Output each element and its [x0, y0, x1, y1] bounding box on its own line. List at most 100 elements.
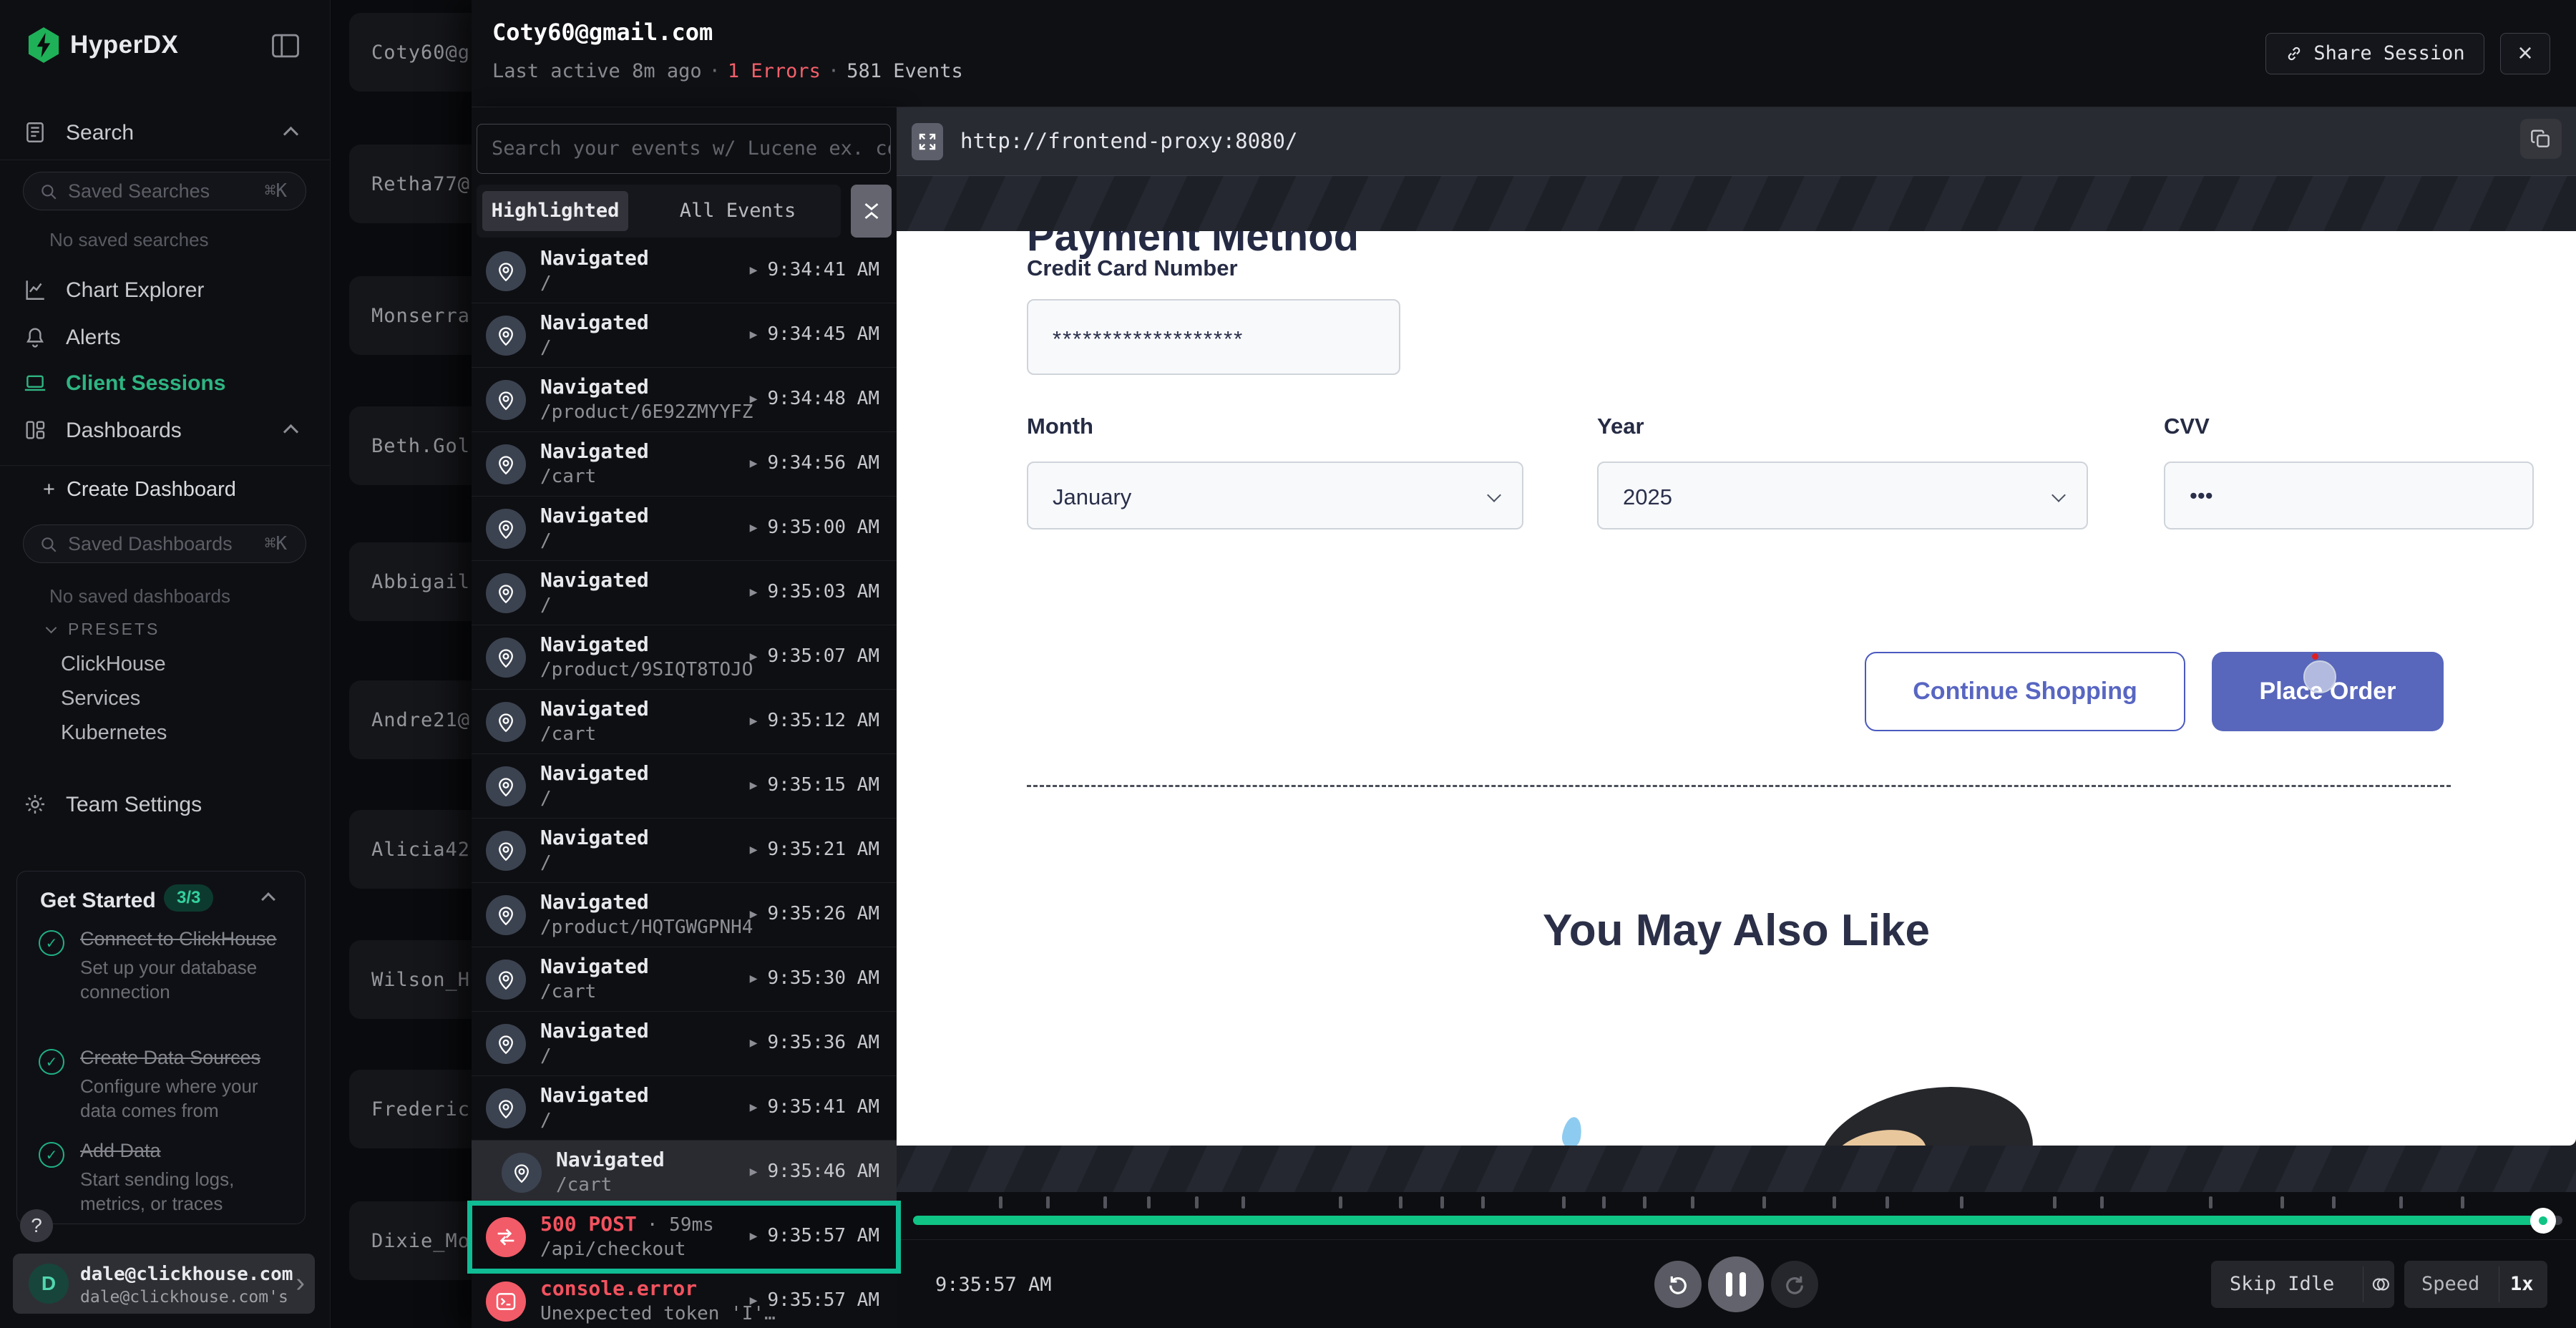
play-from-here-icon[interactable]: ▶: [750, 327, 758, 342]
play-from-here-icon[interactable]: ▶: [750, 649, 758, 664]
sidebar-item-client-sessions[interactable]: Client Sessions: [0, 363, 331, 404]
event-row[interactable]: Navigated / ▶9:35:21 AM: [472, 819, 897, 883]
pause-button[interactable]: [1708, 1256, 1764, 1312]
session-card[interactable]: Andre21@: [349, 680, 472, 759]
saved-searches-input[interactable]: Saved Searches ⌘K: [23, 172, 306, 210]
event-detail: /: [540, 337, 552, 358]
event-title: Navigated: [540, 890, 649, 914]
preset-item[interactable]: ClickHouse: [61, 653, 166, 676]
event-row[interactable]: Navigated /cart ▶9:34:56 AM: [472, 432, 897, 497]
play-from-here-icon[interactable]: ▶: [750, 585, 758, 600]
skip-idle-toggle[interactable]: Skip Idle: [2211, 1261, 2394, 1308]
close-button[interactable]: ×: [2500, 33, 2550, 74]
create-dashboard-button[interactable]: +Create Dashboard: [43, 478, 236, 502]
sidebar-item-dashboards[interactable]: Dashboards: [0, 411, 331, 451]
tab-all-events[interactable]: All Events: [648, 191, 827, 231]
session-card[interactable]: Beth.Gol: [349, 406, 472, 485]
play-from-here-icon[interactable]: ▶: [750, 263, 758, 278]
cc-number-input[interactable]: *******************: [1027, 299, 1400, 375]
event-row[interactable]: Navigated /product/HQTGWGPNH4 ▶9:35:26 A…: [472, 883, 897, 947]
speed-button[interactable]: Speed 1x: [2404, 1261, 2547, 1308]
session-card[interactable]: Dixie_Mo: [349, 1201, 472, 1280]
get-started-item[interactable]: ✓ Create Data Sources Configure where yo…: [39, 1045, 289, 1123]
event-search-input[interactable]: Search your events w/ Lucene ex. colum: [477, 124, 891, 174]
event-row[interactable]: Navigated /product/6E92ZMYYFZ ▶9:34:48 A…: [472, 368, 897, 432]
play-from-here-icon[interactable]: ▶: [750, 1035, 758, 1050]
timeline-tick: [2100, 1196, 2104, 1209]
user-card[interactable]: D dale@clickhouse.com dale@clickhouse.co…: [13, 1254, 315, 1314]
session-card[interactable]: Retha77@: [349, 145, 472, 223]
sidebar-item-search[interactable]: Search: [0, 113, 331, 153]
play-from-here-icon[interactable]: ▶: [750, 1100, 758, 1115]
event-row[interactable]: Navigated / ▶9:35:36 AM: [472, 1012, 897, 1076]
event-row[interactable]: console.error Unexpected token 'I'… ▶9:3…: [472, 1269, 897, 1328]
timeline-playhead[interactable]: [2530, 1208, 2556, 1234]
replay-url: http://frontend-proxy:8080/: [960, 129, 1297, 153]
session-card[interactable]: Coty60@g: [349, 13, 472, 92]
play-from-here-icon[interactable]: ▶: [750, 1293, 758, 1308]
share-session-button[interactable]: Share Session: [2265, 33, 2484, 74]
presets-section-header[interactable]: PRESETS: [47, 620, 160, 639]
chevron-down-icon: [46, 622, 57, 634]
tab-highlighted[interactable]: Highlighted: [482, 191, 628, 231]
session-card[interactable]: Wilson_H: [349, 940, 472, 1019]
event-row[interactable]: Navigated / ▶9:35:03 AM: [472, 561, 897, 625]
pause-icon: [1726, 1272, 1732, 1297]
timeline-tick: [1399, 1196, 1402, 1209]
play-from-here-icon[interactable]: ▶: [750, 1164, 758, 1179]
help-button[interactable]: ?: [20, 1209, 53, 1242]
sidebar-item-team-settings[interactable]: Team Settings: [0, 785, 331, 825]
play-from-here-icon[interactable]: ▶: [750, 456, 758, 471]
bell-icon: [23, 325, 47, 349]
play-from-here-icon[interactable]: ▶: [750, 971, 758, 986]
session-card[interactable]: Frederic: [349, 1070, 472, 1148]
get-started-item[interactable]: ✓ Add Data Start sending logs, metrics, …: [39, 1138, 289, 1216]
event-row[interactable]: Navigated / ▶9:34:41 AM: [472, 239, 897, 303]
event-row[interactable]: Navigated /cart ▶9:35:12 AM: [472, 690, 897, 754]
event-title: Navigated: [540, 439, 649, 463]
copy-url-button[interactable]: [2520, 119, 2562, 159]
get-started-item-title: Create Data Sources: [80, 1045, 289, 1071]
chevron-up-icon[interactable]: [261, 892, 275, 907]
play-from-here-icon[interactable]: ▶: [750, 778, 758, 793]
get-started-item[interactable]: ✓ Connect to ClickHouse Set up your data…: [39, 926, 289, 1004]
play-from-here-icon[interactable]: ▶: [750, 391, 758, 406]
event-row[interactable]: Navigated / ▶9:35:15 AM: [472, 754, 897, 819]
event-row[interactable]: Navigated /cart ▶9:35:30 AM: [472, 947, 897, 1012]
sidebar-collapse-icon[interactable]: [270, 31, 301, 60]
play-from-here-icon[interactable]: ▶: [750, 520, 758, 535]
cvv-input[interactable]: •••: [2164, 462, 2534, 529]
map-pin-icon: [494, 323, 518, 348]
event-row[interactable]: 500 POST· 59ms /api/checkout ▶9:35:57 AM: [472, 1205, 897, 1269]
forward-button[interactable]: [1771, 1261, 1818, 1308]
timeline-tick: [2209, 1196, 2212, 1209]
event-row[interactable]: Navigated / ▶9:35:00 AM: [472, 497, 897, 561]
play-from-here-icon[interactable]: ▶: [750, 713, 758, 728]
dashboard-grid-icon: [23, 418, 47, 442]
replay-timeline[interactable]: [897, 1192, 2576, 1240]
play-from-here-icon[interactable]: ▶: [750, 1229, 758, 1244]
rewind-button[interactable]: [1654, 1261, 1702, 1308]
session-card[interactable]: Abbigail: [349, 542, 472, 621]
sidebar-item-chart-explorer[interactable]: Chart Explorer: [0, 270, 331, 311]
session-card[interactable]: Monserra: [349, 276, 472, 355]
sidebar-item-alerts[interactable]: Alerts: [0, 318, 331, 358]
preset-item[interactable]: Kubernetes: [61, 721, 167, 745]
event-title: console.error: [540, 1276, 697, 1300]
session-card[interactable]: Alicia42: [349, 810, 472, 889]
play-from-here-icon[interactable]: ▶: [750, 907, 758, 922]
year-label: Year: [1597, 414, 1644, 439]
event-row[interactable]: Navigated / ▶9:35:41 AM: [472, 1076, 897, 1141]
map-pin-icon: [494, 259, 518, 283]
event-row[interactable]: Navigated /product/9SIQT8TOJO ▶9:35:07 A…: [472, 625, 897, 690]
expand-replay-button[interactable]: [912, 123, 943, 160]
saved-dashboards-input[interactable]: Saved Dashboards ⌘K: [23, 524, 306, 563]
event-row[interactable]: Navigated /cart ▶9:35:46 AM: [472, 1141, 897, 1205]
preset-item[interactable]: Services: [61, 687, 140, 711]
event-row[interactable]: Navigated / ▶9:34:45 AM: [472, 303, 897, 368]
play-from-here-icon[interactable]: ▶: [750, 842, 758, 857]
continue-shopping-button[interactable]: Continue Shopping: [1865, 652, 2185, 731]
collapse-events-button[interactable]: [851, 185, 892, 238]
month-select[interactable]: January: [1027, 462, 1523, 529]
year-select[interactable]: 2025: [1597, 462, 2088, 529]
